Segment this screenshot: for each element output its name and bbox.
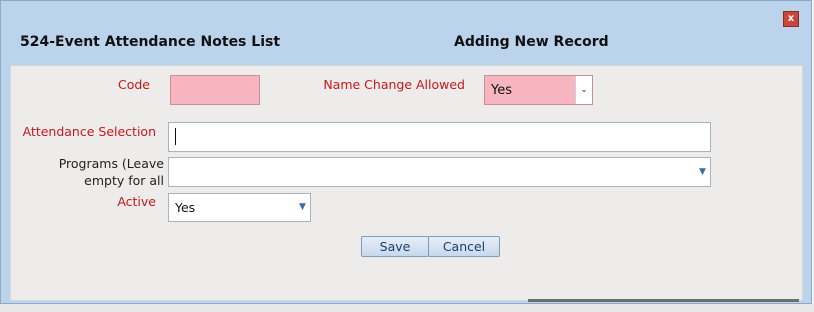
- programs-label-line2: empty for all: [84, 173, 164, 188]
- chevron-down-icon[interactable]: ⌄: [575, 76, 592, 104]
- save-button[interactable]: Save: [361, 236, 429, 257]
- dropdown-arrow-icon[interactable]: ▼: [294, 194, 311, 221]
- programs-label-line1: Programs (Leave: [58, 156, 164, 171]
- programs-select[interactable]: ▼: [168, 157, 711, 187]
- horizontal-scrollbar[interactable]: [528, 299, 799, 302]
- attendance-selection-input[interactable]: [168, 122, 711, 152]
- close-icon[interactable]: x: [783, 11, 799, 27]
- code-field[interactable]: [170, 75, 260, 105]
- name-change-allowed-select[interactable]: Yes ⌄: [484, 75, 593, 105]
- code-label: Code: [117, 77, 150, 92]
- dialog-title: 524-Event Attendance Notes List: [20, 34, 281, 50]
- attendance-selection-label: Attendance Selection: [22, 124, 156, 139]
- dropdown-arrow-icon[interactable]: ▼: [694, 158, 711, 186]
- active-label: Active: [117, 194, 156, 209]
- active-select[interactable]: Yes ▼: [168, 193, 311, 222]
- add-record-dialog: x 524-Event Attendance Notes List Adding…: [0, 0, 812, 304]
- name-change-allowed-value: Yes: [491, 83, 512, 98]
- dialog-subtitle: Adding New Record: [454, 34, 609, 50]
- background-strip: [0, 304, 814, 312]
- active-value: Yes: [175, 200, 196, 215]
- text-cursor: [175, 128, 176, 145]
- cancel-button[interactable]: Cancel: [428, 236, 500, 257]
- name-change-allowed-label: Name Change Allowed: [323, 77, 465, 92]
